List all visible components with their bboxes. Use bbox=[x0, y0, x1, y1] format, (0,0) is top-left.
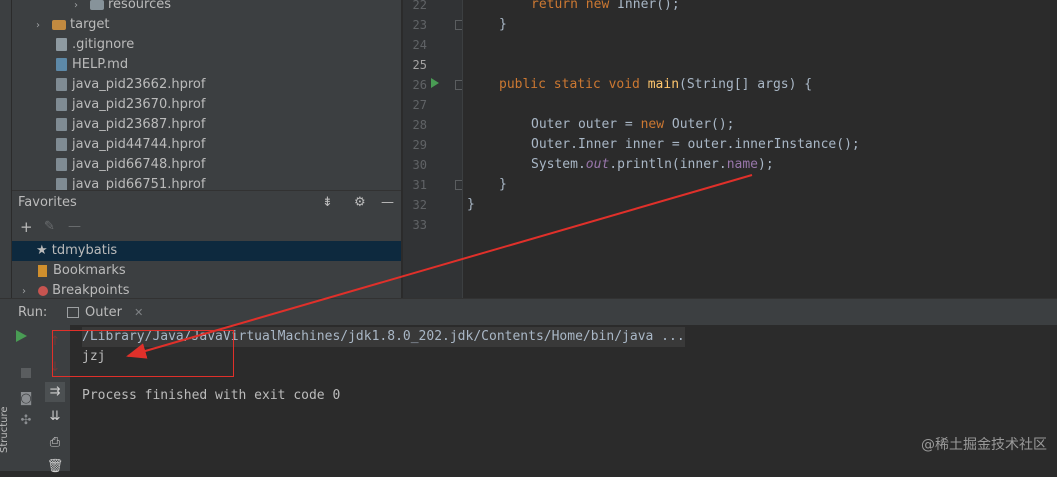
watermark: @稀土掘金技术社区 bbox=[921, 437, 1047, 453]
annotation-arrow bbox=[126, 174, 753, 359]
